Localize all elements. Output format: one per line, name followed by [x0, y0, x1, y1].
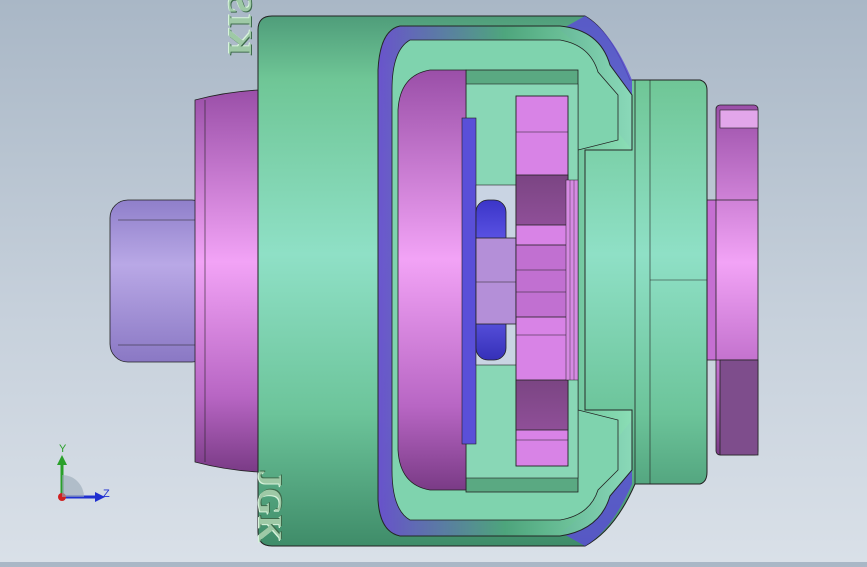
inner-disc[interactable] [397, 69, 477, 491]
right-nut[interactable] [703, 104, 759, 456]
left-collar[interactable] [194, 89, 259, 473]
blue-hub[interactable] [475, 184, 517, 366]
part-code-embossed-text: JGK [251, 470, 288, 543]
y-axis-label: Y [59, 443, 67, 455]
z-axis-label: Z [103, 488, 110, 500]
3d-viewport[interactable] [0, 0, 867, 562]
axis-triad [57, 455, 105, 502]
brand-embossed-text: KISTER® [220, 0, 258, 55]
